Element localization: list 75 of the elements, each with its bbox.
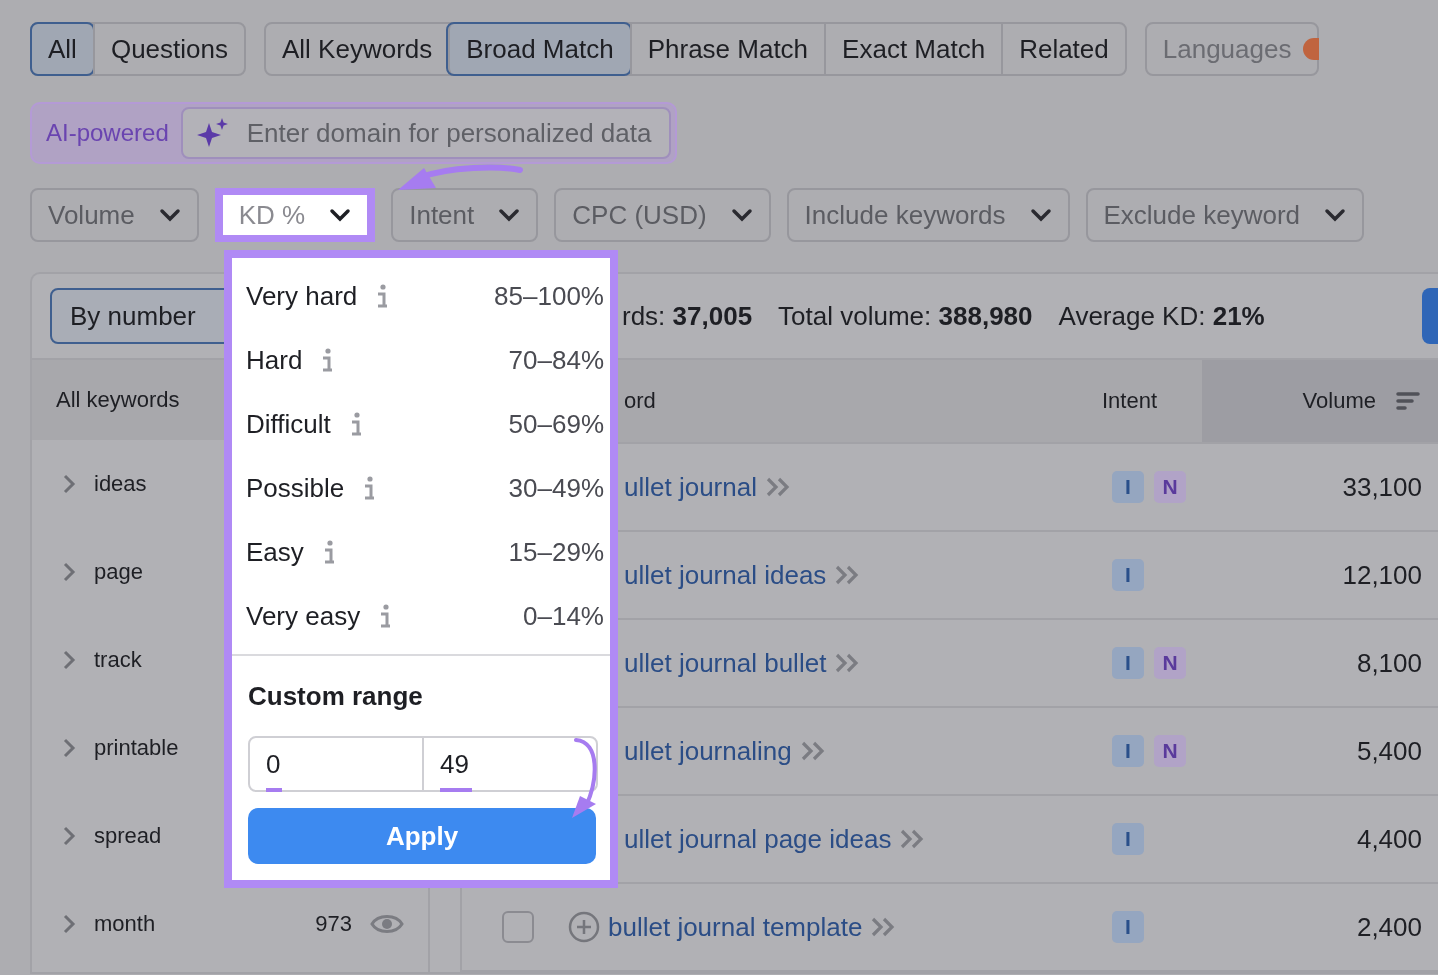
intent-badge: I [1112,911,1144,943]
sort-icon[interactable] [1396,391,1420,411]
info-icon[interactable] [320,347,335,373]
chevron-right-icon[interactable] [62,473,76,495]
difficulty-option[interactable]: Very easy 0–14% [246,584,604,648]
volume-value: 12,100 [1342,559,1422,591]
keyword-group[interactable]: printable [94,735,179,761]
group-count: 973 [315,911,352,937]
keyword-group[interactable]: spread [94,823,162,849]
info-icon[interactable] [362,475,377,501]
volume-value: 5,400 [1356,735,1422,767]
chevron-right-icon[interactable] [62,561,76,583]
chevron-down-icon [730,208,753,222]
chevron-right-icon[interactable] [62,913,76,935]
keyword-link[interactable]: ullet journal [624,471,757,503]
info-icon[interactable] [375,283,390,309]
add-icon[interactable] [568,911,600,943]
ai-powered-label: AI-powered [46,119,169,147]
intent-badge: I [1112,735,1144,767]
chevron-right-icon[interactable] [62,825,76,847]
row-checkbox[interactable] [502,911,534,943]
action-button[interactable] [1422,288,1438,344]
column-header: ord [624,388,656,414]
column-header: Intent [1102,388,1158,414]
match-tab[interactable]: Related [1001,24,1125,74]
keyword-link[interactable]: ullet journal page ideas [624,823,892,855]
intent-badge: N [1154,647,1186,679]
double-chevron-icon[interactable] [834,652,861,674]
match-tab[interactable]: Phrase Match [629,24,825,74]
summary-stat: rds: 37,005 [622,300,753,332]
chevron-down-icon [498,208,521,222]
chevron-down-icon [1324,208,1347,222]
chevron-right-icon[interactable] [62,649,76,671]
intent-badge: I [1112,823,1144,855]
intent-badge: I [1112,471,1144,503]
double-chevron-icon[interactable] [834,564,861,586]
info-icon[interactable] [378,603,393,629]
match-tab[interactable]: Exact Match [824,24,1002,74]
keyword-group[interactable]: month [94,911,156,937]
keyword-link[interactable]: bullet journal template [608,911,863,943]
double-chevron-icon[interactable] [799,740,826,762]
double-chevron-icon[interactable] [765,476,791,498]
keyword-link[interactable]: ullet journaling [624,735,792,767]
custom-range-title: Custom range [247,679,424,713]
eye-icon[interactable] [370,912,404,936]
intent-badge: I [1112,647,1144,679]
intent-badge: I [1112,559,1144,591]
volume-value: 4,400 [1356,823,1422,855]
filter-tab[interactable]: Questions [92,24,244,74]
match-tab[interactable]: Broad Match [448,24,630,74]
chevron-down-icon [329,208,352,222]
filter-tab[interactable]: All [32,24,93,74]
sparkle-icon [196,117,229,149]
chevron-down-icon [1029,208,1052,222]
match-tab[interactable]: All Keywords [266,24,449,74]
keyword-group[interactable]: track [94,647,142,673]
keyword-group[interactable]: page [94,559,143,585]
chevron-right-icon[interactable] [62,737,76,759]
volume-value: 8,100 [1356,647,1422,679]
intent-badge: N [1154,735,1186,767]
summary-stat: Average KD: 21% [1058,300,1265,332]
chevron-down-icon [158,208,181,222]
filter-dropdown[interactable]: KD % [222,195,368,235]
column-header[interactable]: Volume [1302,388,1376,414]
difficulty-option[interactable]: Easy 15–29% [246,520,604,584]
volume-value: 33,100 [1342,471,1422,503]
keyword-group[interactable]: ideas [94,471,147,497]
keyword-link[interactable]: ullet journal ideas [624,559,827,591]
keyword-link[interactable]: ullet journal bullet [624,647,827,679]
intent-badge: N [1154,471,1186,503]
summary-stat: Total volume: 388,980 [778,300,1033,332]
double-chevron-icon[interactable] [870,916,897,938]
double-chevron-icon[interactable] [899,828,926,850]
volume-value: 2,400 [1356,911,1422,943]
difficulty-option[interactable]: Possible 30–49% [246,456,604,520]
